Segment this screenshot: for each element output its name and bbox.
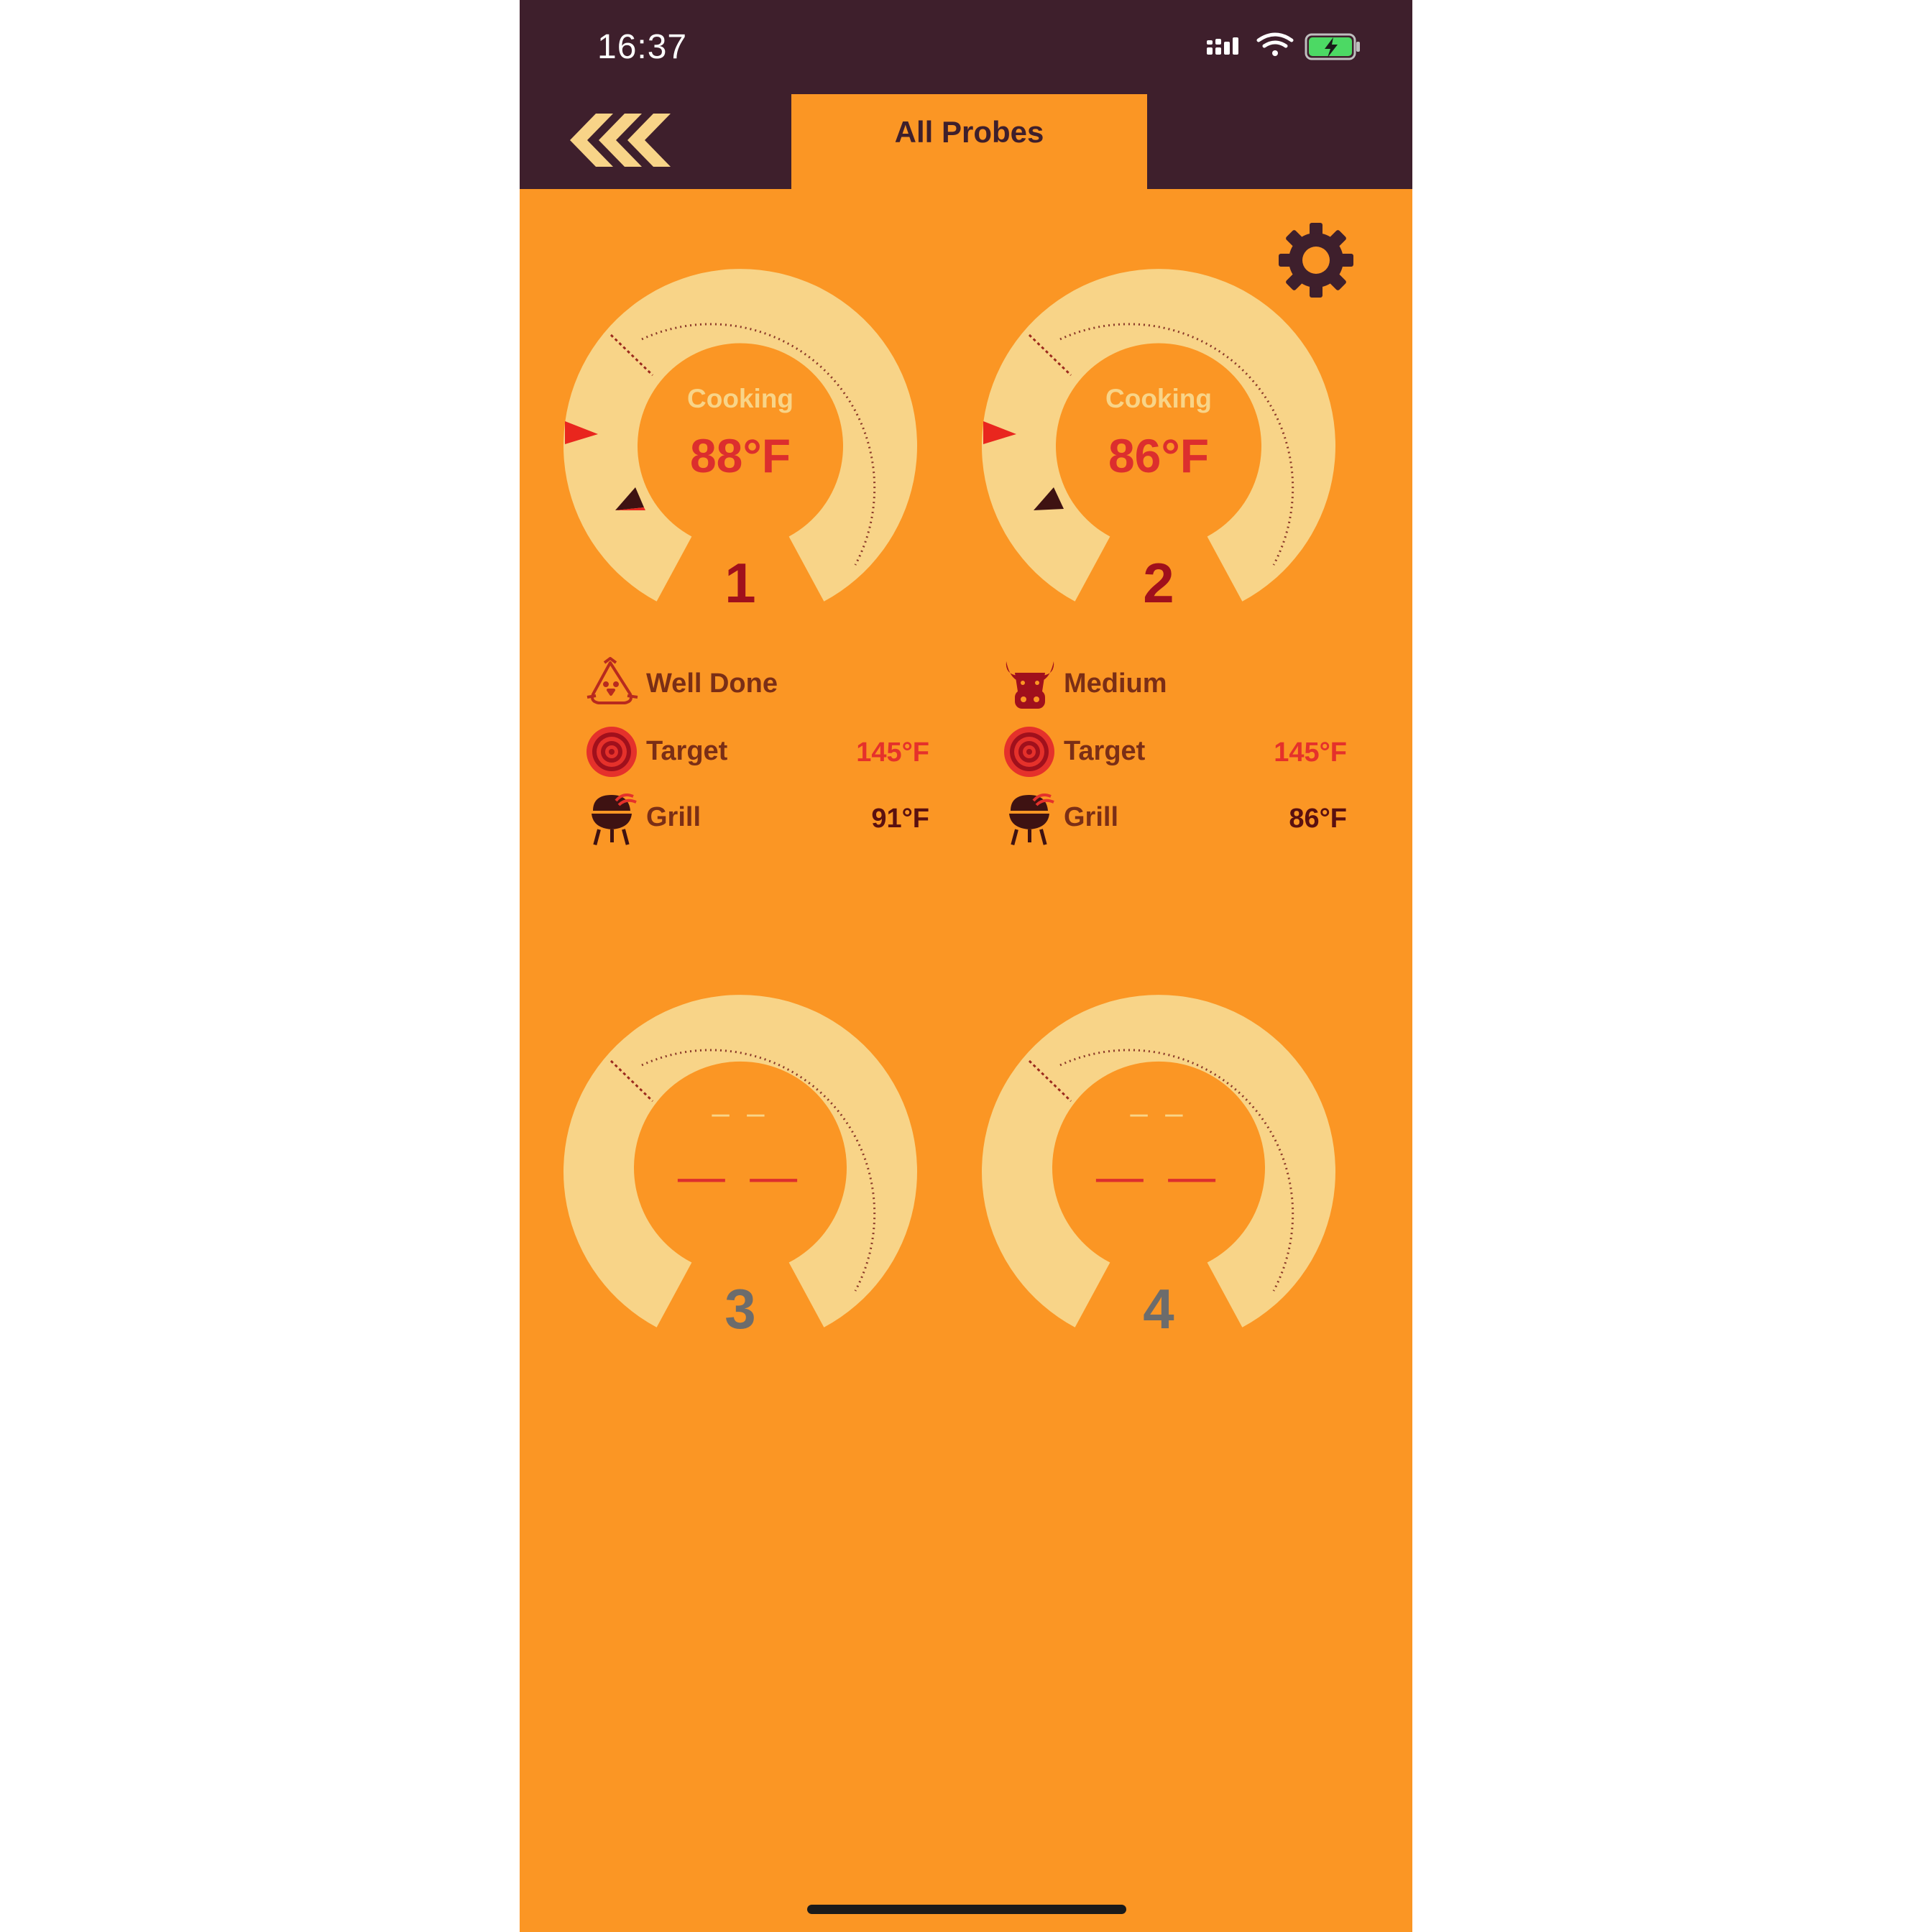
probe-1-target-row[interactable]: Target 145°F <box>584 723 929 781</box>
app-screen: 16:37 All Probes Cooking 88°F 1 Cooking … <box>520 0 1412 1932</box>
home-indicator[interactable] <box>807 1905 1126 1914</box>
probe-3-temperature-placeholder: — — <box>677 1149 804 1202</box>
probe-2-temperature: 86°F <box>1108 429 1210 482</box>
probe-4-temperature-placeholder: — — <box>1095 1149 1222 1202</box>
probe-2-grill-label: Grill <box>1064 802 1119 832</box>
probe-1-temperature: 88°F <box>689 429 791 482</box>
probe-2-number: 2 <box>1143 551 1174 615</box>
target-icon <box>1004 727 1054 777</box>
cow-icon <box>1006 661 1054 709</box>
probe-2-target-row[interactable]: Target 145°F <box>1002 723 1347 781</box>
grill-icon <box>1009 794 1054 846</box>
top-bar: 16:37 All Probes <box>520 0 1412 189</box>
probe-3-status-placeholder: – – <box>712 1095 769 1131</box>
grill-icon <box>592 794 637 846</box>
status-time: 16:37 <box>597 28 688 66</box>
tab-all-probes[interactable]: All Probes <box>791 94 1147 189</box>
chicken-icon <box>586 657 638 704</box>
probe-1-grill-row: Grill 91°F <box>584 789 929 847</box>
probe-3-number: 3 <box>724 1277 756 1340</box>
wifi-icon <box>1256 32 1294 56</box>
probe-1-doneness-row[interactable]: Well Done <box>584 656 929 713</box>
probe-1-doneness: Well Done <box>646 668 778 699</box>
probe-1-target-label: Target <box>646 736 728 766</box>
probe-2-grill-value: 86°F <box>1289 804 1347 834</box>
probe-1-target-value: 145°F <box>856 737 929 768</box>
signal-icon <box>1207 37 1238 55</box>
probe-4-status-placeholder: – – <box>1130 1095 1187 1131</box>
target-icon <box>586 727 637 777</box>
tab-all-probes-label: All Probes <box>894 115 1044 149</box>
back-chevrons-icon <box>570 114 671 167</box>
probe-1-status: Cooking <box>687 384 794 413</box>
probe-1-grill-value: 91°F <box>871 804 929 834</box>
probe-2-target-value: 145°F <box>1274 737 1347 768</box>
probe-2-grill-row: Grill 86°F <box>1002 789 1347 847</box>
back-button[interactable] <box>563 108 699 172</box>
probe-4-number: 4 <box>1143 1277 1174 1340</box>
probe-2-target-label: Target <box>1064 736 1146 766</box>
battery-charging-icon <box>1305 33 1360 60</box>
probe-1-grill-label: Grill <box>646 802 702 832</box>
probe-1-number: 1 <box>724 551 756 615</box>
probe-2-doneness-row[interactable]: Medium <box>1002 656 1347 713</box>
status-icons <box>1207 32 1360 60</box>
probe-2-doneness: Medium <box>1064 668 1167 699</box>
probe-2-status: Cooking <box>1105 384 1212 413</box>
